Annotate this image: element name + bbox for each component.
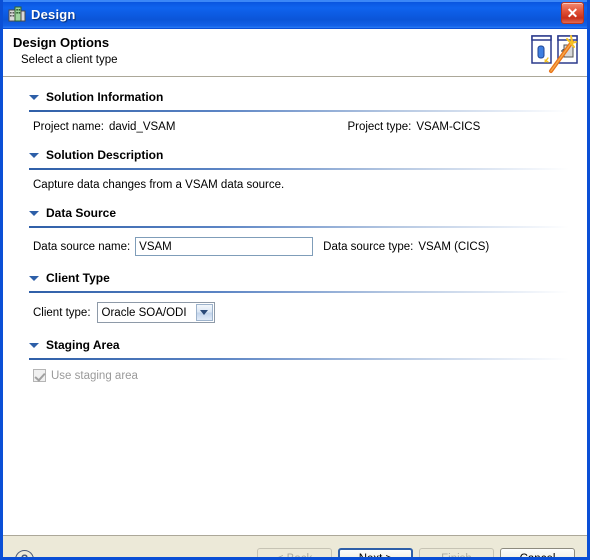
chevron-down-icon[interactable] [29, 343, 39, 348]
data-source-name-label: Data source name: [33, 240, 131, 253]
section-header-staging-area[interactable]: Staging Area [21, 335, 569, 355]
chevron-down-icon[interactable] [195, 304, 213, 321]
section-content-solution-information: Project name: david_VSAM Project type: V… [21, 112, 569, 143]
dialog-body: Solution Information Project name: david… [3, 77, 587, 535]
finish-button[interactable]: Finish [419, 547, 494, 557]
chevron-down-icon[interactable] [29, 153, 39, 158]
application-window-icon [8, 5, 26, 23]
client-type-select[interactable]: Oracle SOA/ODI [96, 302, 215, 323]
data-source-type-value: VSAM (CICS) [418, 240, 490, 253]
client-type-label: Client type: [33, 306, 91, 319]
section-content-client-type: Client type: Oracle SOA/ODI [21, 293, 569, 333]
project-name-label: Project name: [33, 121, 104, 133]
section-title-label: Solution Information [46, 90, 164, 104]
chevron-down-icon[interactable] [29, 211, 39, 216]
solution-description-text: Capture data changes from a VSAM data so… [33, 179, 285, 191]
use-staging-area-checkbox [33, 369, 46, 382]
section-title-label: Data Source [46, 206, 117, 220]
design-options-dialog: Design ✕ Design Options Select a client … [0, 0, 590, 560]
back-button[interactable]: < Back [257, 547, 332, 557]
project-name-value: david_VSAM [108, 121, 176, 133]
section-header-client-type[interactable]: Client Type [21, 268, 569, 288]
close-icon[interactable]: ✕ [561, 2, 584, 24]
section-data-source: Data Source Data source name: Data sourc… [21, 203, 569, 266]
wizard-header: Design Options Select a client type [3, 29, 587, 77]
wizard-wand-icon [531, 34, 579, 74]
section-solution-information: Solution Information Project name: david… [21, 87, 569, 143]
client-type-selected-value: Oracle SOA/ODI [101, 306, 187, 319]
page-subtitle: Select a client type [21, 54, 118, 66]
data-source-type-label: Data source type: [323, 240, 414, 253]
section-content-staging-area: Use staging area [21, 360, 569, 392]
page-title: Design Options [13, 35, 110, 50]
data-source-row: Data source name: Data source type: VSAM… [33, 237, 569, 256]
use-staging-area-label: Use staging area [51, 369, 138, 382]
section-content-solution-description: Capture data changes from a VSAM data so… [21, 170, 569, 201]
section-header-solution-description[interactable]: Solution Description [21, 145, 569, 165]
title-bar: Design ✕ [3, 0, 587, 29]
chevron-down-icon[interactable] [29, 95, 39, 100]
use-staging-area-row: Use staging area [33, 369, 569, 382]
chevron-down-icon[interactable] [29, 276, 39, 281]
section-content-data-source: Data source name: Data source type: VSAM… [21, 228, 569, 266]
window-title: Design [31, 6, 76, 22]
section-title-label: Staging Area [46, 338, 120, 352]
cancel-button[interactable]: Cancel [500, 547, 575, 557]
section-header-solution-information[interactable]: Solution Information [21, 87, 569, 107]
section-staging-area: Staging Area Use staging area [21, 335, 569, 392]
dialog-footer: ? < Back Next > Finish Cancel [3, 535, 587, 557]
section-client-type: Client Type Client type: Oracle SOA/ODI [21, 268, 569, 333]
project-info-row: Project name: david_VSAM Project type: V… [33, 121, 569, 133]
project-type-label: Project type: [347, 121, 412, 133]
section-header-data-source[interactable]: Data Source [21, 203, 569, 223]
help-icon[interactable]: ? [15, 549, 34, 557]
next-button[interactable]: Next > [338, 547, 413, 557]
client-type-row: Client type: Oracle SOA/ODI [33, 302, 569, 323]
project-type-value: VSAM-CICS [416, 121, 481, 133]
wizard-button-group: < Back Next > Finish Cancel [257, 547, 575, 557]
section-title-label: Solution Description [46, 148, 164, 162]
section-title-label: Client Type [46, 271, 110, 285]
section-solution-description: Solution Description Capture data change… [21, 145, 569, 201]
data-source-name-input[interactable] [135, 237, 314, 256]
